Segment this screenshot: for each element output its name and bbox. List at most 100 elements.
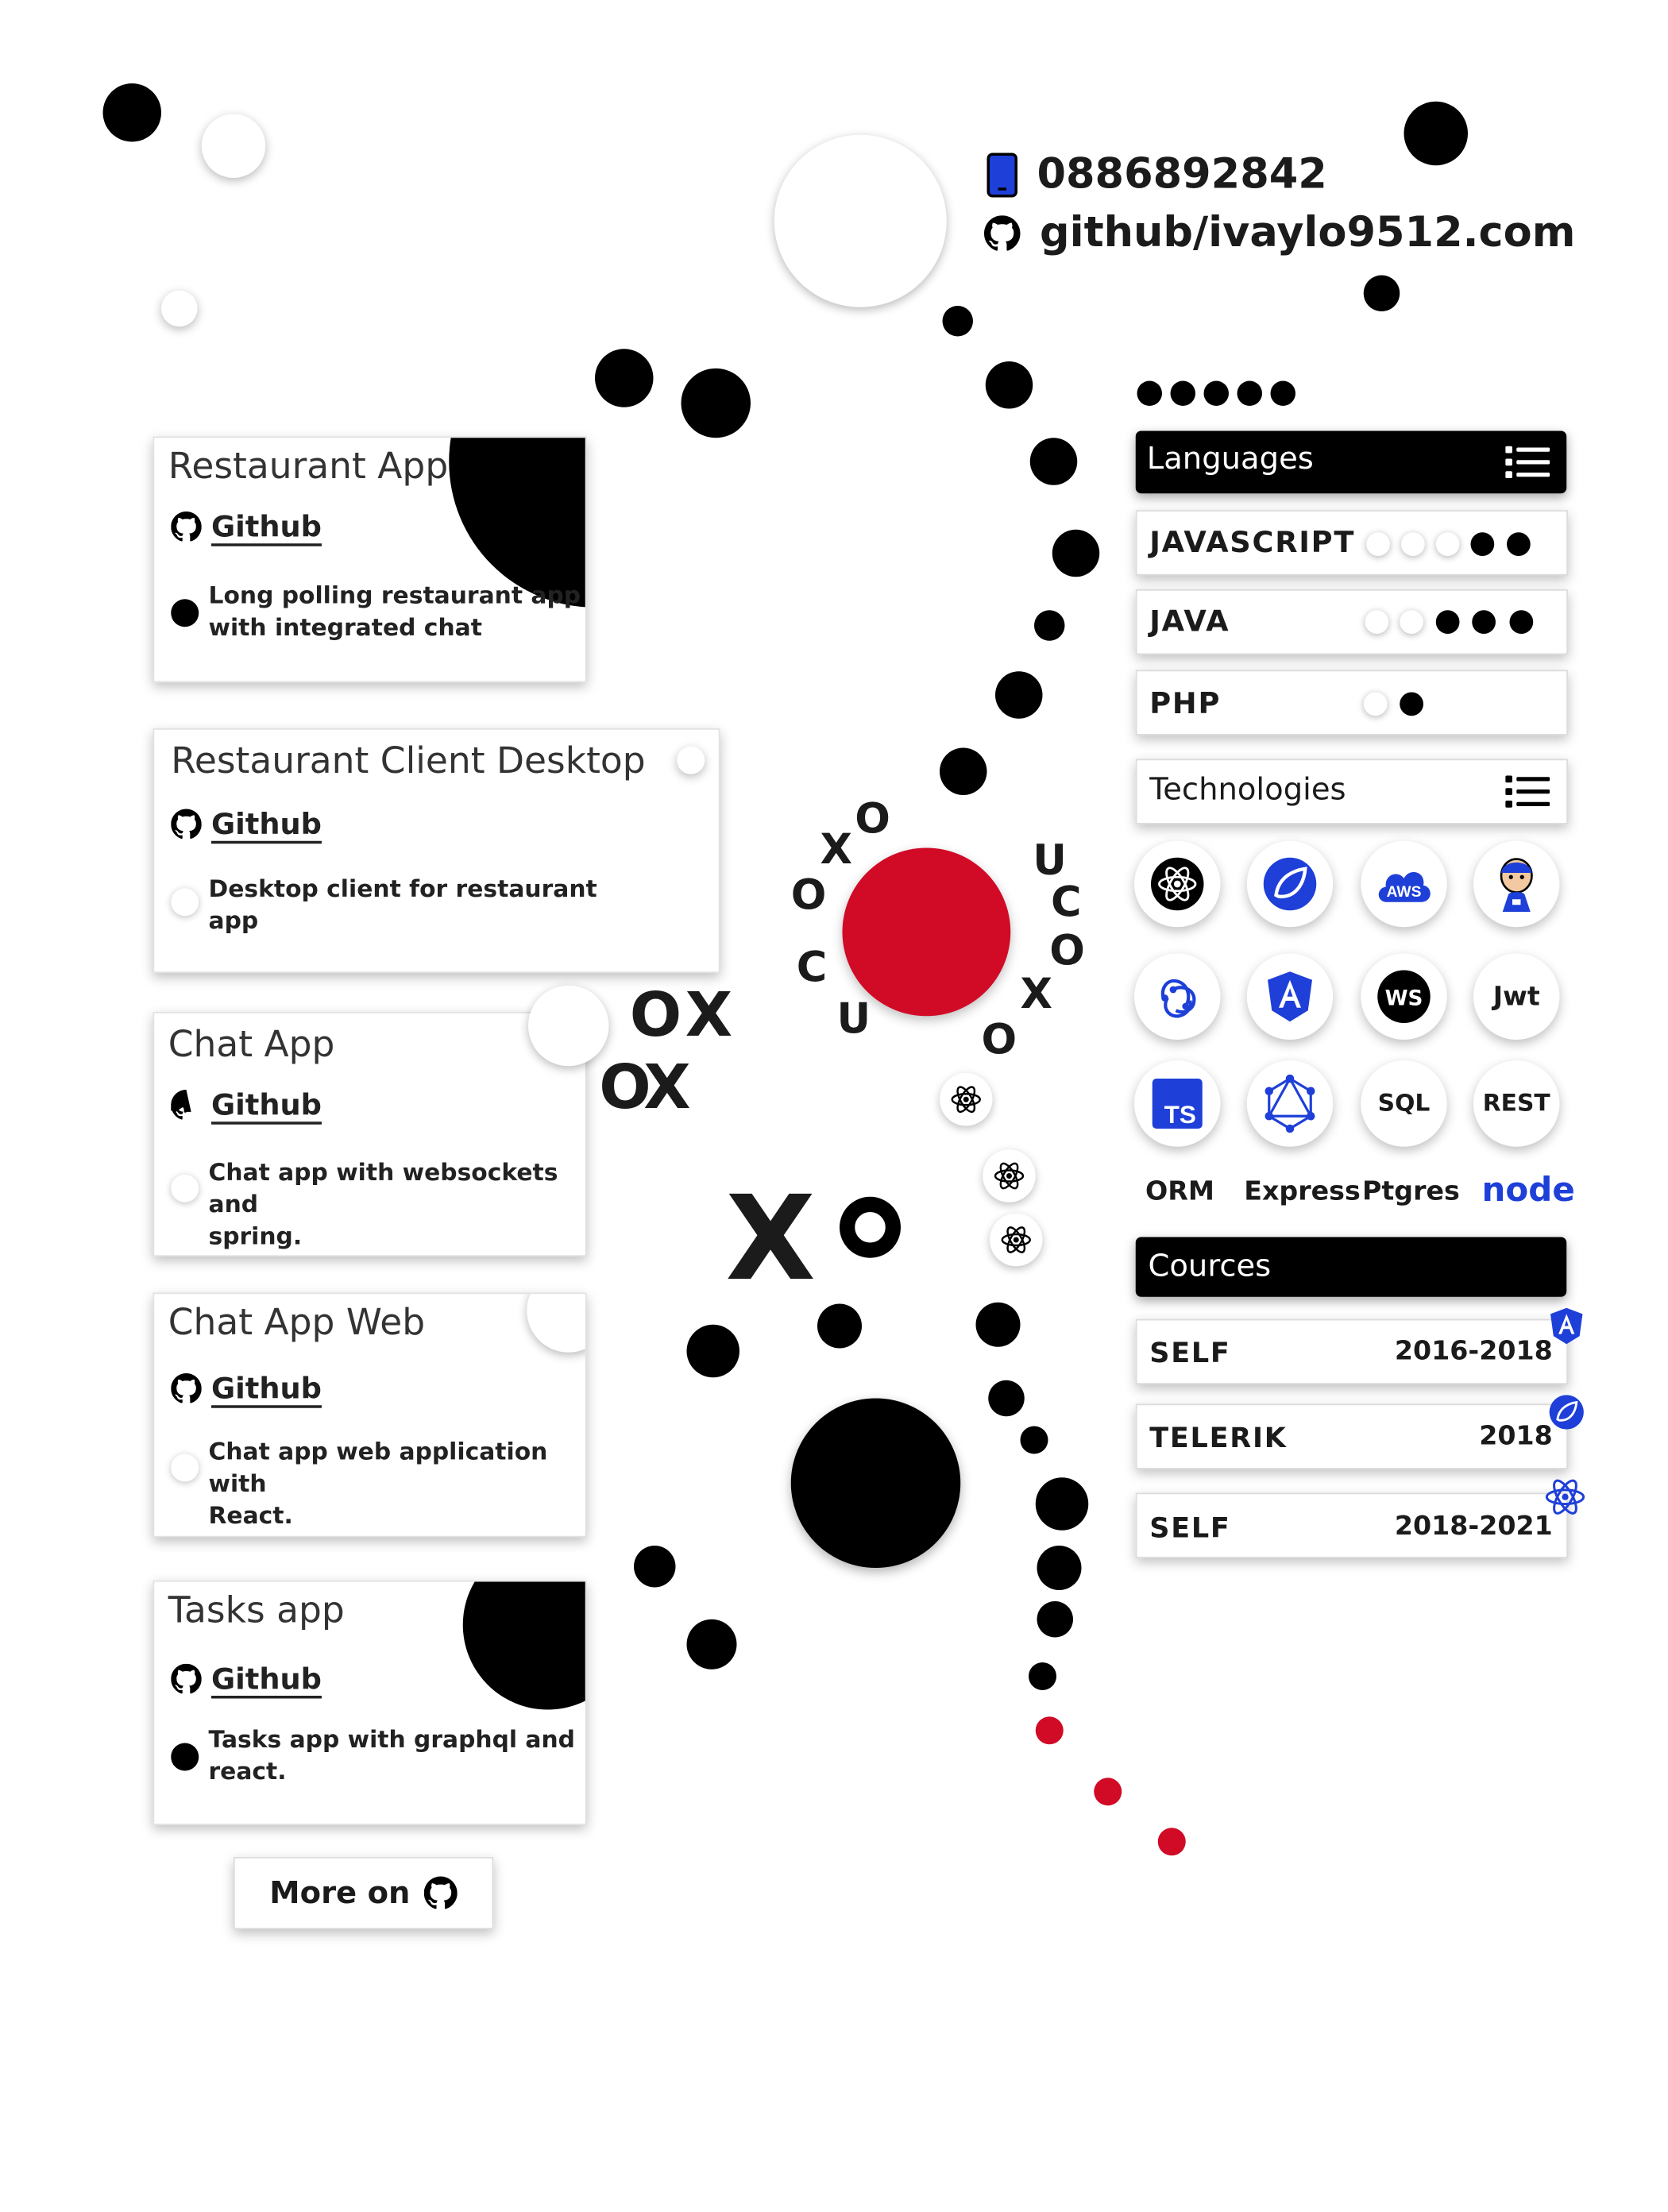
list-icon: [1505, 446, 1550, 478]
project-card: Restaurant Client Desktop Github Desktop…: [153, 728, 720, 973]
node-label: node: [1481, 1170, 1575, 1210]
language-name: JAVA: [1149, 604, 1230, 639]
desc-line: with integrated chat: [208, 614, 482, 643]
level-dot-filled: [1400, 692, 1423, 716]
jwt-icon: Jwt: [1473, 953, 1560, 1040]
course-name: SELF: [1149, 1511, 1231, 1545]
ring-letter: O: [855, 795, 890, 844]
decor-dot: [1035, 1477, 1089, 1531]
ring-letter: X: [820, 825, 852, 874]
sql-label: SQL: [1377, 1090, 1431, 1118]
language-row: JAVA: [1135, 589, 1568, 655]
phone-contact[interactable]: 0886892842: [987, 150, 1327, 199]
desc-line: React.: [208, 1502, 293, 1531]
project-title: Chat App: [168, 1024, 335, 1067]
github-link[interactable]: Github: [171, 1372, 322, 1405]
language-row: PHP: [1135, 670, 1568, 735]
ws-label: WS: [1385, 986, 1423, 1010]
decor-dot: [1029, 438, 1078, 485]
desc-line: react.: [208, 1758, 287, 1786]
course-name: TELERIK: [1149, 1420, 1288, 1454]
decor-dot: [681, 368, 751, 438]
technologies-header[interactable]: Technologies: [1135, 759, 1568, 824]
ring-letter: U: [836, 995, 871, 1044]
big-o-mark: [840, 1196, 901, 1258]
decor-dot: [1035, 1716, 1064, 1745]
aws-icon: AWS: [1361, 840, 1447, 928]
ring-letter: O: [1049, 927, 1085, 976]
desc-line: Long polling restaurant app: [208, 582, 581, 611]
ring-letter: X: [1020, 970, 1052, 1019]
angular-icon: [1246, 953, 1334, 1040]
ring-letter: O: [981, 1016, 1017, 1065]
sql-icon: SQL: [1361, 1060, 1447, 1147]
decor-dot: [1170, 380, 1195, 406]
express-label: Express: [1244, 1175, 1361, 1207]
level-dot-filled: [1509, 610, 1534, 634]
course-row: TELERIK 2018: [1135, 1395, 1584, 1469]
decor-dot: [161, 290, 198, 327]
decor-dot: [940, 747, 987, 795]
level-dot-filled: [1472, 610, 1496, 634]
spring-icon: [1246, 840, 1334, 928]
github-link[interactable]: Github: [171, 1662, 322, 1696]
language-name: PHP: [1149, 686, 1222, 720]
decor-dot: [102, 83, 161, 142]
decor-dot: [1270, 380, 1295, 406]
aws-label: AWS: [1387, 884, 1422, 901]
decor-dot: [1037, 1546, 1082, 1590]
project-title: Restaurant Client Desktop: [171, 740, 646, 783]
project-title: Chat App Web: [168, 1302, 426, 1345]
phone-number: 0886892842: [1037, 150, 1327, 199]
github-link-label: Github: [211, 510, 322, 544]
github-icon: [984, 214, 1021, 250]
decor-dot: [1034, 610, 1065, 641]
ox-mark-o: O: [629, 979, 682, 1051]
decor-dot: [1037, 1601, 1073, 1638]
bullet-dot: [171, 1453, 199, 1482]
project-title: Restaurant App: [168, 446, 449, 488]
big-x-mark: X: [725, 1170, 816, 1307]
github-icon: [171, 512, 202, 542]
list-icon: [1505, 775, 1550, 808]
ring-letter: C: [796, 944, 828, 993]
more-on-github-button[interactable]: More on: [234, 1857, 494, 1929]
courses-header[interactable]: Cources: [1135, 1237, 1567, 1297]
decor-dot: [201, 114, 266, 178]
decor-dot: [1094, 1778, 1122, 1806]
decor-dot: [1237, 380, 1262, 406]
project-description: Desktop client for restaurant app: [209, 874, 597, 939]
card-decor-circle: [462, 1581, 585, 1710]
github-link[interactable]: Github: [171, 510, 322, 543]
github-link-label: Github: [211, 1088, 322, 1122]
desc-line: Desktop client for restaurant: [208, 875, 597, 904]
ox-mark-x: X: [685, 979, 733, 1051]
github-link-label: Github: [211, 1372, 322, 1406]
github-link[interactable]: Github: [171, 808, 322, 841]
decor-dot: [985, 361, 1033, 409]
spring-icon: [1549, 1395, 1584, 1430]
decor-dot: [975, 1302, 1021, 1347]
decor-dot: [1363, 275, 1400, 311]
angular-icon: [1550, 1307, 1583, 1345]
decor-dot: [817, 1303, 862, 1349]
courses-title: Cources: [1148, 1249, 1272, 1284]
project-card: Chat App Web Github Chat app web applica…: [153, 1292, 587, 1538]
course-row: SELF 2016-2018: [1135, 1307, 1583, 1384]
level-dot-empty: [1366, 532, 1390, 556]
decor-dot: [942, 306, 973, 337]
languages-title: Languages: [1146, 442, 1314, 477]
jwt-label: Jwt: [1492, 981, 1540, 1013]
github-icon: [171, 1663, 202, 1694]
ox-mark-x: X: [643, 1052, 691, 1123]
course-years: 2018-2021: [1394, 1511, 1553, 1542]
languages-header[interactable]: Languages: [1135, 430, 1567, 494]
typescript-icon: TS: [1134, 1060, 1221, 1147]
red-circle: [842, 847, 1011, 1017]
github-link[interactable]: Github: [171, 1088, 322, 1121]
websocket-icon: WS: [1361, 953, 1447, 1040]
github-contact[interactable]: github/ivaylo9512.com: [984, 209, 1575, 257]
level-dot-empty: [1435, 532, 1460, 556]
project-description: Long polling restaurant app with integra…: [209, 581, 581, 646]
desc-line: app: [208, 907, 259, 936]
